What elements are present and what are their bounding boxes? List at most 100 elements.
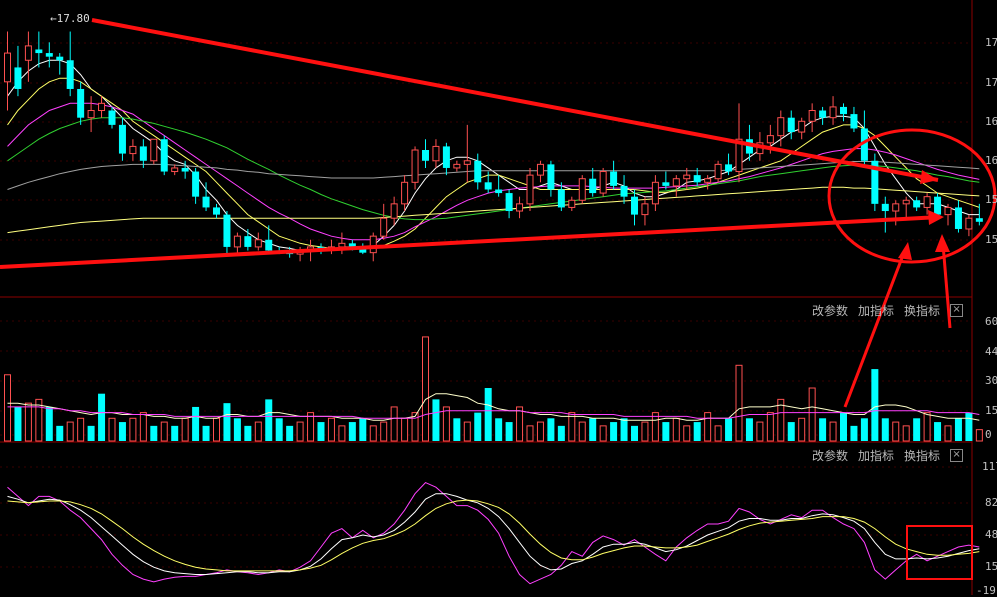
- candle-body-up: [380, 217, 388, 237]
- volume-bar-up: [578, 421, 586, 442]
- kdj-axis-label: -19: [976, 584, 996, 597]
- kdj-line: [7, 481, 980, 585]
- candle-body-up: [516, 203, 524, 212]
- volume-bar-down: [317, 422, 325, 441]
- volume-bar-down: [98, 393, 106, 441]
- volume-bar-up: [369, 425, 377, 442]
- volume-bar-down: [965, 412, 973, 441]
- candle-body-up: [369, 235, 377, 254]
- volume-bar-up: [923, 412, 931, 442]
- volume-bar-up: [422, 336, 429, 442]
- volume-bar-up: [442, 406, 450, 442]
- candle-body-up: [651, 181, 659, 205]
- candle-body-down: [77, 88, 85, 118]
- candle-body-down: [14, 67, 22, 89]
- price-ma-line: [7, 117, 980, 221]
- candle-body-up: [923, 196, 931, 208]
- candle-body-down: [819, 110, 827, 118]
- volume-bar-up: [704, 412, 712, 442]
- volume-bar-down: [819, 418, 827, 441]
- volume-bar-up: [683, 425, 691, 442]
- candle-body-down: [265, 239, 273, 251]
- volume-bar-down: [610, 422, 618, 441]
- price-axis-label: 16: [985, 115, 997, 128]
- candle-body-down: [45, 53, 53, 57]
- volume-bar-down: [275, 418, 283, 441]
- volume-bar-down: [850, 425, 858, 441]
- volume-bar-down: [745, 418, 753, 441]
- candle-body-up: [536, 163, 544, 176]
- volume-bar-down: [505, 422, 513, 441]
- volume-bar-up: [24, 402, 32, 442]
- candle-body-up: [808, 110, 816, 122]
- candle-body-down: [662, 182, 670, 186]
- volume-bar-up: [66, 421, 74, 442]
- candle-body-down: [223, 214, 231, 247]
- volume-change-params-button[interactable]: 改参数: [812, 302, 848, 319]
- kdj-axis-label: 117: [982, 460, 997, 473]
- candle-body-up: [798, 120, 806, 133]
- volume-bar-down: [495, 418, 503, 441]
- volume-bar-down: [589, 418, 597, 441]
- candle-body-down: [422, 150, 429, 161]
- descending-trendline: [91, 18, 939, 182]
- candle-body-down: [725, 164, 733, 172]
- volume-bar-up: [338, 425, 346, 442]
- candle-body-down: [202, 196, 210, 208]
- candle-body-up: [902, 199, 910, 205]
- candle-body-down: [56, 56, 64, 61]
- candle-body-down: [118, 124, 126, 154]
- volume-bar-down: [557, 425, 565, 441]
- volume-bar-down: [934, 422, 942, 441]
- volume-bar-up: [213, 417, 220, 442]
- candle-body-down: [954, 207, 962, 229]
- volume-close-icon[interactable]: ×: [950, 304, 964, 317]
- candle-body-down: [975, 218, 983, 222]
- kdj-axis-label: 48: [985, 528, 997, 541]
- kdj-switch-indicator-button[interactable]: 换指标: [904, 447, 940, 464]
- max-price-marker: ←17.80: [50, 12, 90, 25]
- volume-switch-indicator-button[interactable]: 换指标: [904, 302, 940, 319]
- volume-bar-down: [150, 425, 158, 441]
- kdj-change-params-button[interactable]: 改参数: [812, 447, 848, 464]
- candle-body-down: [474, 160, 482, 183]
- volume-bar-down: [913, 418, 921, 441]
- kdj-axis-label: 82: [985, 496, 997, 509]
- candle-body-down: [35, 49, 43, 54]
- volume-bar-up: [380, 421, 388, 442]
- candle-body-up: [944, 206, 952, 216]
- candle-body-down: [557, 189, 565, 208]
- volume-bar-down: [631, 425, 638, 441]
- candle-body-up: [401, 181, 409, 205]
- volume-bar-down: [45, 406, 53, 441]
- volume-bar-down: [453, 418, 461, 441]
- kdj-close-icon[interactable]: ×: [950, 449, 964, 462]
- volume-bar-down: [871, 369, 879, 441]
- candle-body-down: [840, 106, 847, 115]
- candle-body-up: [432, 145, 440, 162]
- volume-bar-down: [56, 425, 64, 441]
- candle-body-up: [578, 178, 586, 201]
- volume-bar-up: [401, 417, 409, 442]
- candle-body-down: [495, 189, 503, 194]
- volume-bar-down: [118, 422, 126, 441]
- candle-body-up: [338, 242, 346, 248]
- trendline-arrowhead: [920, 170, 938, 184]
- candle-body-up: [766, 135, 774, 144]
- volume-bar-up: [4, 374, 11, 442]
- kdj-toolbar: 改参数 加指标 换指标 ×: [812, 447, 964, 464]
- volume-bar-up: [296, 421, 304, 442]
- volume-bar-up: [902, 425, 910, 442]
- volume-bar-down: [233, 418, 241, 441]
- volume-bar-down: [192, 406, 200, 441]
- volume-bar-up: [536, 421, 544, 442]
- candle-body-up: [568, 199, 576, 208]
- volume-bar-down: [693, 422, 701, 441]
- volume-bar-up: [160, 421, 168, 442]
- volume-add-indicator-button[interactable]: 加指标: [858, 302, 894, 319]
- highlight-ellipse: [827, 128, 997, 264]
- kdj-add-indicator-button[interactable]: 加指标: [858, 447, 894, 464]
- candle-body-up: [965, 217, 973, 230]
- candle-body-down: [631, 196, 638, 215]
- volume-bar-down: [787, 422, 795, 441]
